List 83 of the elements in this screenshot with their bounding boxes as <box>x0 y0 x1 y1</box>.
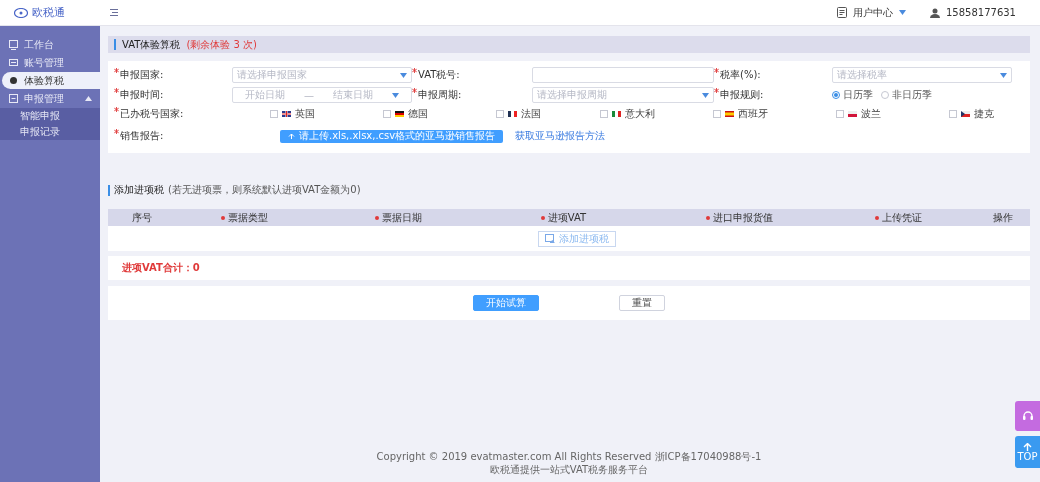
calculate-button[interactable]: 开始试算 <box>473 295 539 311</box>
upload-icon <box>288 132 295 140</box>
country-checkbox[interactable]: 英国 <box>232 107 346 121</box>
required-icon <box>114 68 119 73</box>
headset-icon <box>1021 410 1034 422</box>
column-header: 进项VAT <box>547 210 587 225</box>
sidebar-icon <box>9 93 18 104</box>
flag-icon <box>611 111 621 117</box>
column-header: 进口申报货值 <box>712 210 773 225</box>
country-checkbox[interactable]: 法国 <box>458 107 572 121</box>
column-header: 票据日期 <box>382 210 423 225</box>
up-arrow-icon <box>1023 442 1032 451</box>
column-header: 上传凭证 <box>882 210 923 225</box>
caret-icon <box>702 92 709 98</box>
upload-button[interactable]: 请上传.xls,.xlsx,.csv格式的亚马逊销售报告 <box>280 129 504 143</box>
field-label: 申报规则: <box>720 88 764 102</box>
sidebar-subitem[interactable]: 申报记录 <box>0 124 100 140</box>
phone-number: 15858177631 <box>946 7 1016 18</box>
flag-icon <box>961 111 970 117</box>
required-icon <box>114 129 119 134</box>
sidebar-icon <box>9 75 18 86</box>
caret-icon <box>392 92 400 98</box>
caret-icon <box>1000 72 1007 78</box>
end-date: 结束日期 <box>333 88 374 102</box>
field-label: 税率(%): <box>720 68 761 82</box>
vat-total: 进项VAT合计：0 <box>122 261 200 275</box>
country-checkbox[interactable]: 德国 <box>345 107 459 121</box>
user-center-link[interactable]: 用户中心 <box>853 5 893 20</box>
sidebar-item[interactable]: 工作台 <box>0 36 100 53</box>
country-checkbox[interactable]: 西班牙 <box>684 107 798 121</box>
caret-icon <box>85 96 92 101</box>
caret-icon[interactable] <box>899 10 906 15</box>
country-checkbox[interactable]: 意大利 <box>571 107 685 121</box>
required-icon <box>412 88 417 93</box>
sidebar-item[interactable]: 账号管理 <box>0 54 100 71</box>
column-header: 序号 <box>131 210 152 225</box>
flag-icon <box>395 111 405 117</box>
sidebar-item[interactable]: 体验算税 <box>2 72 100 89</box>
input-field[interactable] <box>532 67 714 83</box>
field-label: VAT税号: <box>418 68 460 82</box>
field-label: 销售报告: <box>120 129 165 143</box>
required-icon <box>412 68 417 73</box>
flag-icon <box>724 111 734 117</box>
radio-option[interactable]: 日历季 <box>832 88 873 102</box>
start-date: 开始日期 <box>244 88 285 102</box>
logo-icon <box>14 7 28 18</box>
country-checkbox[interactable]: 捷克 <box>910 107 1024 121</box>
flag-icon <box>508 111 518 117</box>
radio-option[interactable]: 非日历季 <box>881 88 932 102</box>
caret-icon <box>400 72 407 78</box>
logo-text: 欧税通 <box>32 5 65 20</box>
field-label: 申报时间: <box>120 88 164 102</box>
required-icon <box>714 68 719 73</box>
column-header: 票据类型 <box>228 210 269 225</box>
section-note: (若无进项票，则系统默认进项VAT金额为0) <box>168 183 361 197</box>
document-icon <box>545 234 555 243</box>
remaining-note: (剩余体验 3 次) <box>186 37 257 52</box>
field-label: 申报周期: <box>418 88 462 102</box>
required-icon <box>114 107 119 112</box>
required-icon <box>714 88 719 93</box>
required-icon <box>114 88 119 93</box>
reset-button[interactable]: 重置 <box>619 295 665 311</box>
sidebar-item[interactable]: 申报管理 <box>0 90 100 107</box>
field-label: 已办税号国家: <box>120 107 184 121</box>
section-title: 添加进项税 <box>114 183 164 197</box>
customer-service-button[interactable] <box>1015 401 1040 431</box>
range-separator: — <box>303 89 314 101</box>
user-icon <box>930 7 940 18</box>
back-to-top-button[interactable]: TOP <box>1015 436 1040 468</box>
field-label: 申报国家: <box>120 68 164 82</box>
sidebar-icon <box>9 57 18 68</box>
sidebar-icon <box>9 39 18 50</box>
footer-text: Copyright © 2019 evatmaster.com All Rights Reserved 浙ICP备17040988号-1 <box>376 451 762 462</box>
help-link[interactable]: 获取亚马逊报告方法 <box>515 129 606 143</box>
flag-icon <box>847 111 857 117</box>
footer-text: 欧税通提供一站式VAT税务服务平台 <box>489 464 649 475</box>
document-icon <box>837 7 847 18</box>
menu-icon[interactable] <box>110 9 118 16</box>
sidebar-subitem[interactable]: 智能申报 <box>0 108 100 124</box>
country-checkbox[interactable]: 波兰 <box>797 107 911 121</box>
panel-title: VAT体验算税 <box>122 37 181 52</box>
column-header: 操作 <box>993 210 1014 225</box>
flag-icon <box>282 111 292 117</box>
